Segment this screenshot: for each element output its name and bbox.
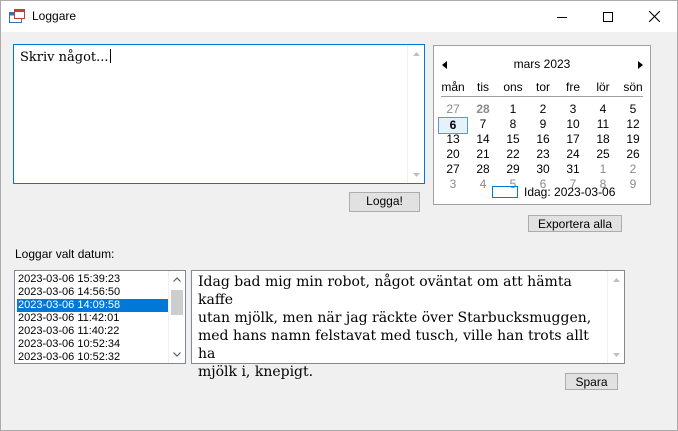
calendar-day[interactable]: 9	[528, 117, 558, 132]
log-input-text: Skriv något...	[20, 50, 109, 65]
minimize-button[interactable]	[539, 1, 585, 32]
scroll-up-arrow-icon[interactable]	[169, 271, 185, 288]
calendar-day[interactable]: 3	[438, 177, 468, 192]
calendar-day[interactable]: 25	[588, 147, 618, 162]
log-entry-selected[interactable]: 2023-03-06 14:09:58	[17, 299, 168, 312]
calendar-day[interactable]: 26	[618, 147, 648, 162]
entry-text: Idag bad mig min robot, något oväntat om…	[198, 274, 592, 380]
calendar-day[interactable]: 27	[438, 162, 468, 177]
calendar-day[interactable]: 2	[618, 162, 648, 177]
calendar-day[interactable]: 28	[468, 102, 498, 117]
log-input-textarea[interactable]: Skriv något...	[13, 44, 425, 184]
calendar-weekday-header: lör	[596, 80, 610, 94]
calendar-day[interactable]: 17	[558, 132, 588, 147]
log-button[interactable]: Logga!	[349, 192, 420, 212]
calendar-weekday-header: ons	[503, 80, 523, 94]
calendar-day[interactable]: 16	[528, 132, 558, 147]
calendar-day[interactable]: 18	[588, 132, 618, 147]
export-all-button[interactable]: Exportera alla	[528, 215, 622, 232]
close-button[interactable]	[631, 1, 677, 32]
app-window-icon	[9, 9, 25, 25]
calendar-day[interactable]: 19	[618, 132, 648, 147]
calendar-day[interactable]: 4	[588, 102, 618, 117]
calendar-day[interactable]: 3	[558, 102, 588, 117]
title-bar: Loggare	[1, 1, 677, 32]
calendar-weekday-header: mån	[441, 80, 465, 94]
scroll-down-arrow-icon[interactable]	[608, 346, 624, 363]
calendar-day[interactable]: 21	[468, 147, 498, 162]
scroll-up-arrow-icon[interactable]	[408, 45, 424, 62]
scroll-down-arrow-icon[interactable]	[408, 166, 424, 183]
calendar-day[interactable]: 1	[588, 162, 618, 177]
maximize-icon	[603, 11, 613, 22]
entry-textbox[interactable]: Idag bad mig min robot, något oväntat om…	[191, 270, 625, 380]
calendar-weekday-header: fre	[565, 80, 580, 94]
calendar-weekday-header: tis	[477, 80, 489, 94]
calendar-day[interactable]: 30	[528, 162, 558, 177]
calendar-day[interactable]: 10	[558, 117, 588, 132]
calendar-day[interactable]: 8	[498, 117, 528, 132]
entry-scrollbar[interactable]	[607, 271, 624, 363]
today-link[interactable]: Idag: 2023-03-06	[524, 185, 615, 199]
log-entry[interactable]: 2023-03-06 10:52:32	[17, 351, 168, 363]
calendar-day[interactable]: 2	[528, 102, 558, 117]
calendar-separator	[441, 96, 643, 97]
minimize-icon	[557, 16, 567, 18]
calendar-day[interactable]: 31	[558, 162, 588, 177]
calendar-day[interactable]: 24	[558, 147, 588, 162]
close-icon	[648, 11, 660, 22]
logs-for-date-label: Loggar valt datum:	[15, 247, 115, 261]
text-caret	[109, 49, 111, 63]
window-title: Loggare	[32, 9, 77, 23]
month-calendar[interactable]: mars 2023 mån tis ons tor fre lör sön 27 28 1 2 3 4…	[433, 45, 651, 205]
calendar-day[interactable]: 22	[498, 147, 528, 162]
log-entry[interactable]: 2023-03-06 11:40:22	[17, 325, 168, 338]
input-scrollbar[interactable]	[407, 45, 424, 183]
today-marker	[492, 186, 518, 198]
log-entry[interactable]: 2023-03-06 11:42:01	[17, 312, 168, 325]
calendar-day[interactable]: 5	[618, 102, 648, 117]
calendar-weekday-header: sön	[623, 80, 643, 94]
log-entry[interactable]: 2023-03-06 14:56:50	[17, 286, 168, 299]
calendar-day[interactable]: 12	[618, 117, 648, 132]
calendar-month-title[interactable]: mars 2023	[434, 57, 650, 71]
calendar-day[interactable]: 23	[528, 147, 558, 162]
next-month-icon[interactable]	[638, 58, 643, 72]
log-entries-listbox[interactable]: 2023-03-06 15:39:23 2023-03-06 14:56:50 20…	[14, 270, 186, 364]
scrollbar-thumb[interactable]	[171, 290, 183, 315]
calendar-day[interactable]: 7	[468, 117, 498, 132]
scroll-down-arrow-icon[interactable]	[169, 346, 185, 363]
calendar-day[interactable]: 9	[618, 177, 648, 192]
calendar-weekday-header: tor	[535, 80, 550, 94]
calendar-day[interactable]: 11	[588, 117, 618, 132]
calendar-day[interactable]: 13	[438, 132, 468, 147]
scroll-up-arrow-icon[interactable]	[608, 271, 624, 288]
calendar-day[interactable]: 29	[498, 162, 528, 177]
calendar-day[interactable]: 15	[498, 132, 528, 147]
maximize-button[interactable]	[585, 1, 631, 32]
log-entry[interactable]: 2023-03-06 15:39:23	[17, 273, 168, 286]
calendar-day[interactable]: 28	[468, 162, 498, 177]
calendar-day[interactable]: 27	[438, 102, 468, 117]
main-window: Loggare Skriv något... Logga! mars 2023	[0, 0, 678, 431]
calendar-day[interactable]: 20	[438, 147, 468, 162]
log-entry[interactable]: 2023-03-06 10:52:34	[17, 338, 168, 351]
calendar-day[interactable]: 1	[498, 102, 528, 117]
save-button[interactable]: Spara	[565, 373, 618, 390]
listbox-scrollbar[interactable]	[168, 271, 185, 363]
calendar-day[interactable]: 14	[468, 132, 498, 147]
